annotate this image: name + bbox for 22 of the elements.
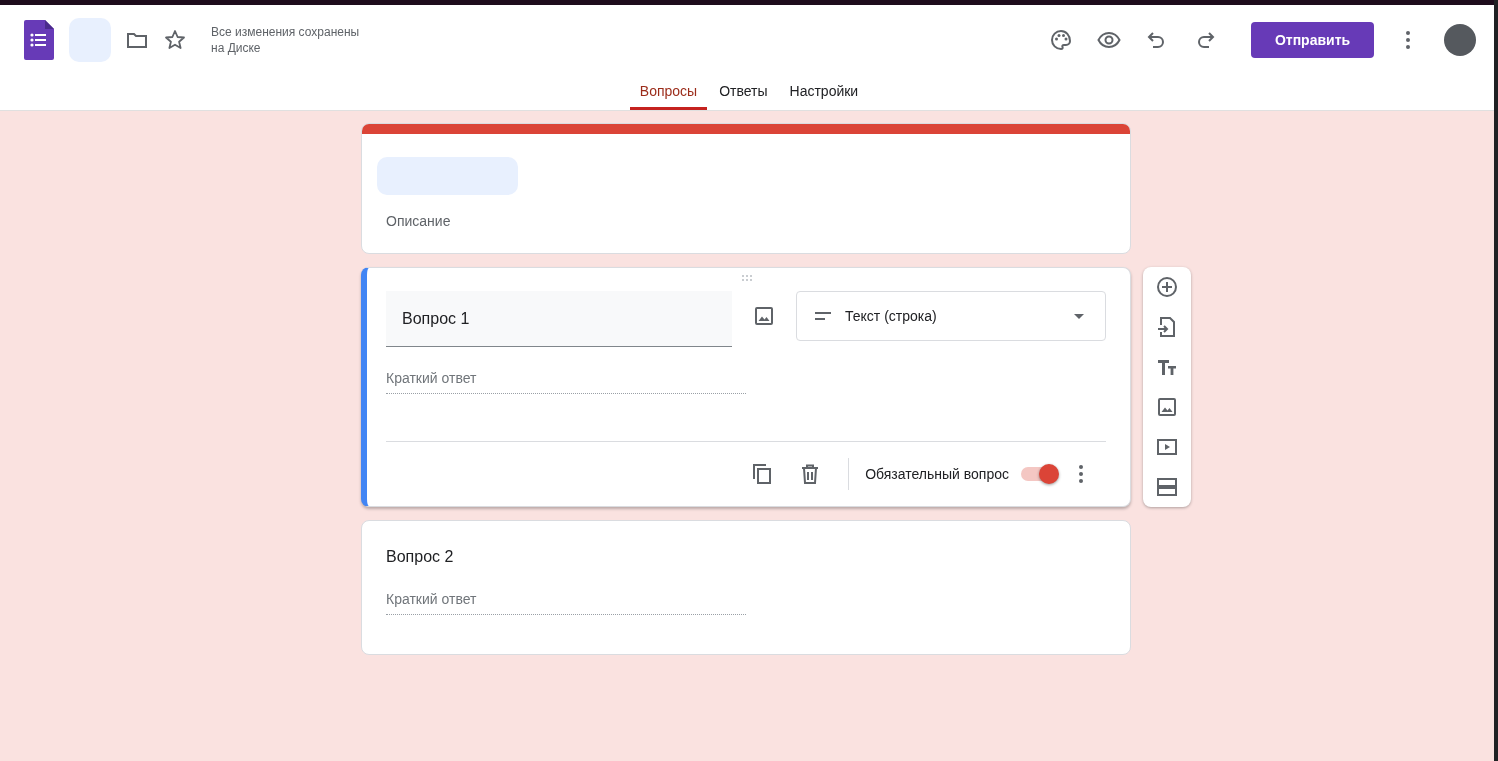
answer-placeholder: Краткий ответ <box>386 566 746 615</box>
required-toggle[interactable] <box>1021 467 1057 481</box>
save-status: Все изменения сохранены на Диске <box>211 24 361 56</box>
forms-logo-icon[interactable] <box>24 20 54 60</box>
required-label: Обязательный вопрос <box>865 466 1009 482</box>
add-circle-icon[interactable] <box>1155 275 1179 299</box>
description-field[interactable]: Описание <box>386 213 451 229</box>
palette-icon[interactable] <box>1049 28 1073 52</box>
image-icon[interactable] <box>752 304 776 328</box>
section-icon[interactable] <box>1155 475 1179 499</box>
question-title-field[interactable]: Вопрос 1 <box>386 291 732 347</box>
tab[interactable]: Ответы <box>709 75 778 110</box>
tab[interactable]: Настройки <box>779 75 869 110</box>
avatar[interactable] <box>1444 24 1476 56</box>
tab[interactable]: Вопросы <box>629 75 708 110</box>
question-title: Вопрос 2 <box>386 548 455 566</box>
star-icon[interactable] <box>163 28 187 52</box>
answer-placeholder: Краткий ответ <box>386 347 746 394</box>
image-icon[interactable] <box>1155 395 1179 419</box>
question-card[interactable]: Вопрос 2 Краткий ответ <box>361 520 1131 655</box>
question-type-dropdown[interactable]: Текст (строка) <box>796 291 1106 341</box>
send-button[interactable]: Отправить <box>1251 22 1374 58</box>
